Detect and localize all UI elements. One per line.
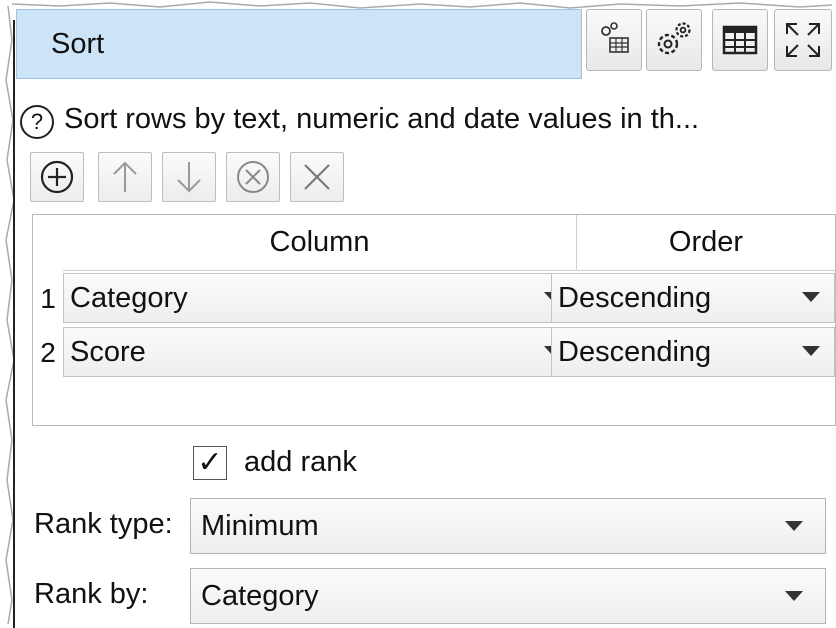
add-rank-checkbox[interactable]: ✓ xyxy=(193,446,227,480)
column-header: Column xyxy=(63,215,577,271)
rank-type-label: Rank type: xyxy=(34,508,173,540)
column-header-label: Column xyxy=(269,226,370,258)
remove-icon xyxy=(237,161,269,193)
row-number-2: 2 xyxy=(40,337,56,368)
order-header-label: Order xyxy=(668,226,744,258)
order-select-row-1[interactable]: Descending xyxy=(551,273,835,323)
move-up-icon xyxy=(113,161,137,192)
row-number-1: 1 xyxy=(40,283,56,314)
order-select-value: Descending xyxy=(558,281,712,314)
order-header: Order xyxy=(577,215,835,271)
column-select-row-1[interactable]: Category xyxy=(63,273,577,323)
column-select-value: Category xyxy=(70,281,188,314)
dropdown-arrow-icon xyxy=(785,521,803,531)
rank-by-value: Category xyxy=(201,579,319,612)
help-text: Sort rows by text, numeric and date valu… xyxy=(64,103,700,135)
node-title-field[interactable]: Sort xyxy=(16,9,582,79)
column-select-row-2[interactable]: Score xyxy=(63,327,577,377)
move-up-button[interactable] xyxy=(98,152,152,202)
order-select-value: Descending xyxy=(558,335,712,368)
table-view-button[interactable] xyxy=(712,9,768,71)
node-title-text: Sort xyxy=(51,27,105,60)
add-icon xyxy=(40,160,74,194)
column-select-value: Score xyxy=(70,335,146,368)
rank-type-select[interactable]: Minimum xyxy=(190,498,826,554)
node-properties-button[interactable] xyxy=(586,9,642,71)
sort-grid: Column Order 1 Category Descending 2 Sco… xyxy=(32,214,836,426)
clear-icon xyxy=(304,164,330,190)
move-down-button[interactable] xyxy=(162,152,216,202)
table-view-icon xyxy=(722,25,758,55)
order-select-row-2[interactable]: Descending xyxy=(551,327,835,377)
dropdown-arrow-icon xyxy=(802,346,820,356)
settings-button[interactable] xyxy=(646,9,702,71)
add-rank-label: add rank xyxy=(244,446,357,478)
clear-all-button[interactable] xyxy=(290,152,344,202)
expand-icon xyxy=(786,23,820,57)
move-down-icon xyxy=(177,162,201,193)
settings-icon xyxy=(657,22,691,55)
dropdown-arrow-icon xyxy=(785,591,803,601)
node-properties-icon xyxy=(601,22,629,53)
remove-row-button[interactable] xyxy=(226,152,280,202)
expand-button[interactable] xyxy=(774,9,832,71)
rank-by-select[interactable]: Category xyxy=(190,568,826,624)
add-row-button[interactable] xyxy=(30,152,84,202)
rank-by-label: Rank by: xyxy=(34,578,149,610)
rank-type-value: Minimum xyxy=(201,509,319,542)
help-icon[interactable]: ? xyxy=(20,105,54,139)
dropdown-arrow-icon xyxy=(802,292,820,302)
